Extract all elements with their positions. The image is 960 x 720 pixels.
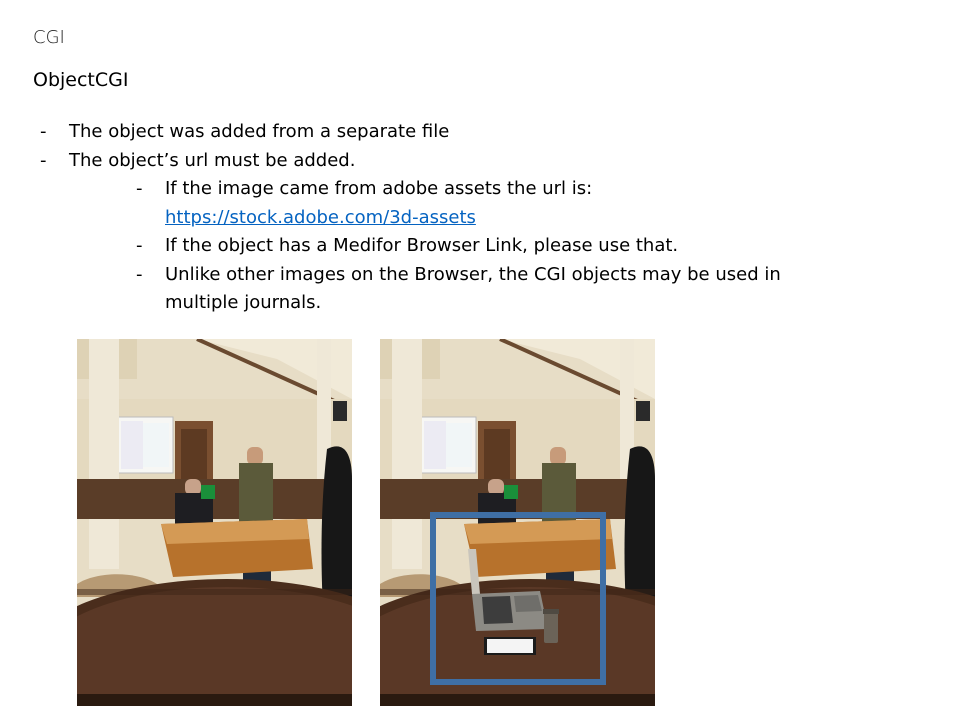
bullet-item: - The object was added from a separate f…: [40, 118, 940, 147]
bullet-text: If the image came from adobe assets the …: [165, 175, 940, 232]
adobe-assets-link[interactable]: https://stock.adobe.com/3d-assets: [165, 207, 476, 228]
bullet-text: Unlike other images on the Browser, the …: [165, 263, 781, 314]
sub-bullet-item: - Unlike other images on the Browser, th…: [136, 261, 940, 318]
bullet-item: - The object’s url must be added.: [40, 147, 940, 176]
bullet-dash: -: [136, 235, 143, 256]
bullet-text-content: If the image came from adobe assets the …: [165, 178, 593, 199]
bullet-text: The object was added from a separate fil…: [69, 121, 450, 142]
original-photo: [77, 339, 352, 706]
bullet-text: The object’s url must be added.: [69, 149, 356, 171]
tablet-screen: [487, 639, 533, 653]
bullet-dash: -: [136, 263, 143, 285]
coffee-cup: [544, 611, 558, 643]
header-label: CGI: [33, 27, 65, 48]
sub-bullet-item: - If the image came from adobe assets th…: [136, 175, 940, 232]
cup-lid: [543, 609, 559, 614]
bullet-dash: -: [40, 149, 47, 171]
bullet-dash: -: [136, 178, 143, 199]
bullet-list: - The object was added from a separate f…: [40, 118, 940, 318]
sub-bullet-item: - If the object has a Medifor Browser Li…: [136, 232, 940, 261]
cgi-photo: [380, 339, 655, 706]
bullet-text: If the object has a Medifor Browser Link…: [165, 235, 679, 256]
bullet-dash: -: [40, 121, 47, 142]
slide-title: ObjectCGI: [33, 69, 129, 91]
